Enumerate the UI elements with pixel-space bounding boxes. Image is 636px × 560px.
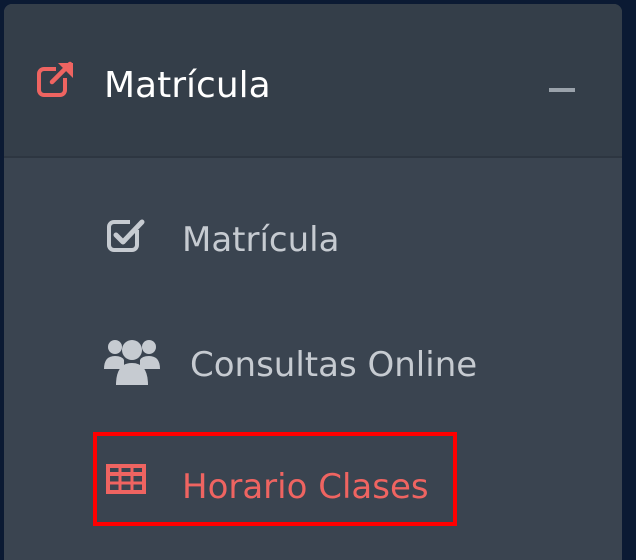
collapse-minus-icon[interactable]: [549, 88, 575, 92]
submenu-item-label: Consultas Online: [190, 345, 478, 385]
table-icon: [106, 464, 146, 499]
menu-header-matricula[interactable]: Matrícula: [4, 4, 622, 158]
submenu-item-matricula[interactable]: Matrícula: [4, 194, 622, 284]
external-link-icon: [36, 60, 76, 100]
sidebar-menu-panel: Matrícula Matrícula Consultas Online Hor…: [4, 4, 622, 560]
users-icon: [104, 335, 160, 392]
submenu-item-consultas-online[interactable]: Consultas Online: [4, 317, 622, 407]
submenu-item-label: Matrícula: [182, 220, 340, 260]
submenu-item-horario-clases[interactable]: Horario Clases: [4, 440, 622, 530]
menu-header-label: Matrícula: [104, 65, 271, 106]
submenu-item-label: Horario Clases: [182, 467, 429, 507]
check-square-icon: [106, 216, 146, 259]
